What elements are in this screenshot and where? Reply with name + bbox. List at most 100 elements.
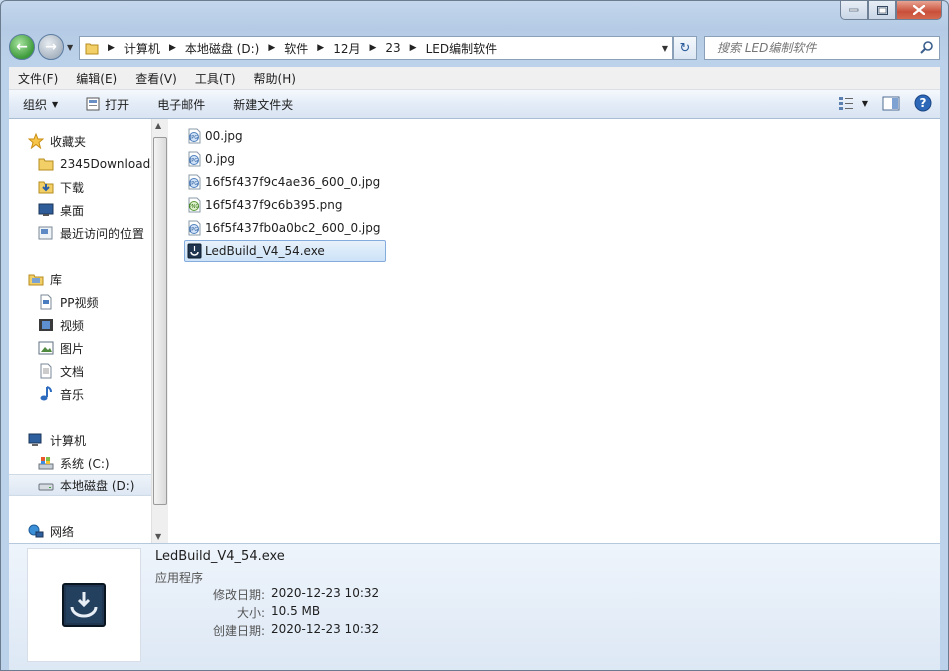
chevron-down-icon: ▼: [861, 98, 868, 108]
organize-label: 组织: [23, 97, 48, 112]
file-item[interactable]: JPG 0.jpg: [184, 148, 386, 170]
details-modified-value[interactable]: 2020-12-23 10:32: [271, 586, 379, 603]
svg-text:JPG: JPG: [189, 227, 198, 233]
nav-item-desktop[interactable]: 桌面: [38, 199, 84, 221]
breadcrumb-23[interactable]: 23: [385, 41, 400, 55]
file-item[interactable]: JPG 16f5f437fb0a0bc2_600_0.jpg: [184, 217, 386, 239]
preview-pane-icon[interactable]: [882, 96, 900, 111]
maximize-button[interactable]: [868, 1, 896, 20]
breadcrumb-computer[interactable]: 计算机: [124, 40, 160, 57]
close-button[interactable]: [896, 1, 942, 20]
new-folder-button[interactable]: 新建文件夹: [219, 96, 307, 113]
svg-text:?: ?: [920, 96, 927, 110]
scrollbar-thumb[interactable]: [153, 137, 167, 505]
file-name: LedBuild_V4_54.exe: [205, 244, 325, 258]
chevron-down-icon: ▼: [52, 99, 59, 109]
open-button[interactable]: 打开: [72, 96, 143, 113]
exe-large-icon: [62, 583, 106, 627]
nav-libraries[interactable]: 库: [28, 268, 62, 290]
menu-help[interactable]: 帮助(H): [245, 70, 305, 87]
file-item-selected[interactable]: LedBuild_V4_54.exe: [184, 240, 386, 262]
nav-item-label: 下载: [60, 180, 85, 195]
address-dropdown-icon[interactable]: ▼: [662, 44, 668, 53]
nav-network-label: 网络: [50, 524, 75, 539]
breadcrumb-december[interactable]: 12月: [333, 40, 360, 57]
folder-icon: [38, 158, 54, 171]
refresh-icon: ↻: [679, 40, 691, 56]
drive-icon: [38, 483, 54, 491]
nav-item-documents[interactable]: 文档: [38, 360, 84, 382]
network-icon: [28, 524, 44, 538]
nav-favorites-label: 收藏夹: [50, 134, 87, 149]
nav-computer-label: 计算机: [50, 433, 87, 448]
nav-item-downloads[interactable]: 下载: [38, 176, 84, 198]
png-icon: PNG: [188, 197, 201, 213]
music-note-icon: [40, 386, 52, 401]
nav-network[interactable]: 网络: [28, 520, 74, 542]
nav-item-pictures[interactable]: 图片: [38, 337, 84, 359]
exe-icon: [187, 243, 202, 259]
menu-bar: 文件(F) 编辑(E) 查看(V) 工具(T) 帮助(H): [9, 67, 940, 90]
nav-item-recent-places[interactable]: 最近访问的位置: [38, 222, 144, 244]
nav-item-drive-d[interactable]: 本地磁盘 (D:): [9, 474, 151, 496]
minimize-button[interactable]: [840, 1, 868, 20]
navigation-scrollbar[interactable]: ▲ ▼: [151, 119, 168, 543]
nav-item-2345downloads[interactable]: 2345Downloads: [38, 153, 151, 175]
recent-pages-dropdown[interactable]: ▼: [67, 43, 73, 52]
back-button[interactable]: ←: [9, 34, 35, 60]
svg-text:JPG: JPG: [189, 181, 198, 187]
help-icon[interactable]: ?: [914, 94, 932, 112]
breadcrumb-led-software[interactable]: LED编制软件: [426, 40, 498, 57]
picture-icon: [38, 341, 54, 355]
search-box[interactable]: [704, 36, 940, 60]
main-content: 收藏夹 2345Downloads 下载 桌面 最近访问的位置 库 PP视频 视…: [9, 119, 940, 543]
nav-item-label: 视频: [60, 318, 85, 333]
breadcrumb-separator[interactable]: ▶: [169, 43, 176, 53]
email-button[interactable]: 电子邮件: [143, 96, 219, 113]
nav-item-pp-video[interactable]: PP视频: [38, 291, 98, 313]
open-icon: [86, 97, 100, 111]
breadcrumb-separator[interactable]: ▶: [108, 43, 115, 53]
nav-libraries-label: 库: [50, 272, 63, 287]
download-folder-icon: [38, 181, 54, 194]
nav-item-label: PP视频: [60, 295, 99, 310]
menu-file[interactable]: 文件(F): [9, 70, 67, 87]
address-bar[interactable]: ▶ 计算机 ▶ 本地磁盘 (D:) ▶ 软件 ▶ 12月 ▶ 23 ▶ LED编…: [79, 36, 673, 60]
search-input[interactable]: [715, 40, 919, 56]
open-label: 打开: [105, 97, 130, 112]
menu-tools[interactable]: 工具(T): [186, 70, 245, 87]
arrow-right-icon: →: [45, 39, 57, 55]
view-controls: ▼ ?: [838, 94, 932, 112]
breadcrumb-separator[interactable]: ▶: [268, 43, 275, 53]
file-list: JPG 00.jpg JPG 0.jpg JPG 16f5f437f9c4ae3…: [184, 125, 386, 263]
nav-item-drive-c[interactable]: 系统 (C:): [38, 452, 110, 474]
breadcrumb-separator[interactable]: ▶: [317, 43, 324, 53]
organize-button[interactable]: 组织 ▼: [9, 96, 72, 113]
nav-item-label: 音乐: [60, 387, 85, 402]
library-icon: [28, 274, 44, 286]
nav-item-label: 桌面: [60, 203, 85, 218]
menu-edit[interactable]: 编辑(E): [67, 70, 126, 87]
file-item[interactable]: JPG 00.jpg: [184, 125, 386, 147]
forward-button[interactable]: →: [38, 34, 64, 60]
nav-item-music[interactable]: 音乐: [38, 383, 84, 405]
scroll-down-icon[interactable]: ▼: [155, 532, 161, 541]
command-bar: 组织 ▼ 打开 电子邮件 新建文件夹 ▼ ?: [9, 90, 940, 119]
menu-view[interactable]: 查看(V): [126, 70, 186, 87]
breadcrumb-drive-d[interactable]: 本地磁盘 (D:): [185, 40, 259, 57]
nav-favorites[interactable]: 收藏夹: [28, 130, 86, 152]
file-item[interactable]: PNG 16f5f437f9c6b395.png: [184, 194, 386, 216]
breadcrumb-separator[interactable]: ▶: [369, 43, 376, 53]
nav-item-videos[interactable]: 视频: [38, 314, 84, 336]
details-created-row: 创建日期: 2020-12-23 10:32: [155, 622, 395, 639]
breadcrumb-separator[interactable]: ▶: [410, 43, 417, 53]
scroll-up-icon[interactable]: ▲: [155, 121, 161, 130]
breadcrumb-software[interactable]: 软件: [284, 40, 308, 57]
nav-computer[interactable]: 计算机: [28, 429, 86, 451]
change-view-button[interactable]: ▼: [838, 96, 868, 110]
refresh-button[interactable]: ↻: [673, 36, 697, 60]
search-icon[interactable]: [920, 40, 934, 54]
file-item[interactable]: JPG 16f5f437f9c4ae36_600_0.jpg: [184, 171, 386, 193]
nav-item-label: 2345Downloads: [60, 157, 151, 171]
jpg-icon: JPG: [188, 220, 201, 236]
